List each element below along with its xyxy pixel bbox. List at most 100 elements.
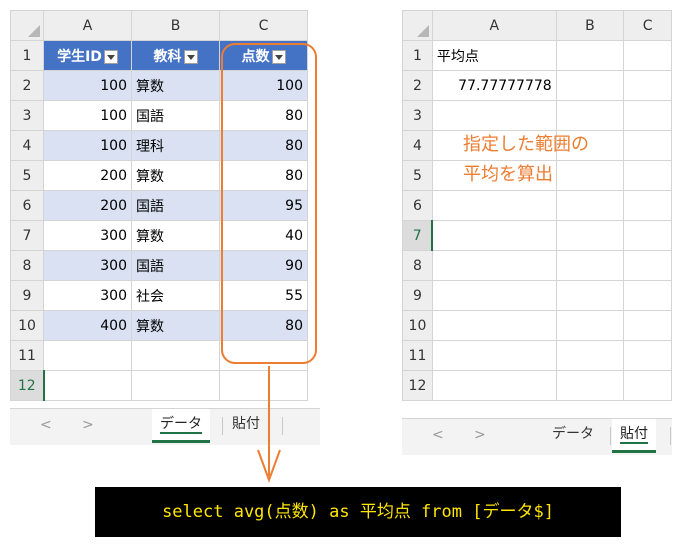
column-header-b[interactable]: B [131,10,220,41]
column-header-a[interactable]: A [431,10,557,41]
empty-cell[interactable] [431,250,557,281]
empty-cell[interactable] [555,250,625,281]
cell-subject[interactable]: 国語 [131,100,220,131]
empty-cell[interactable] [43,340,132,371]
column-header-b[interactable]: B [555,10,625,41]
row-header[interactable]: 7 [10,220,44,251]
row-header[interactable]: 11 [402,340,433,371]
row-header[interactable]: 3 [402,100,433,131]
tab-next-button[interactable]: > [82,417,94,433]
cell-a1[interactable]: 平均点 [431,40,557,71]
empty-cell[interactable] [623,370,672,401]
row-header[interactable]: 1 [402,40,433,71]
down-arrow-icon [257,366,281,483]
empty-cell[interactable] [131,340,220,371]
empty-cell[interactable] [431,310,557,341]
empty-cell[interactable] [555,190,625,221]
tab-data[interactable]: データ [544,419,602,453]
row-header[interactable]: 5 [10,160,44,191]
row-header[interactable]: 2 [10,70,44,101]
row-header[interactable]: 9 [10,280,44,311]
empty-cell[interactable] [431,370,557,401]
cell-student-id[interactable]: 200 [43,160,132,191]
tab-prev-button[interactable]: < [432,427,444,443]
empty-cell[interactable] [623,250,672,281]
empty-cell[interactable] [623,340,672,371]
row-header[interactable]: 10 [402,310,433,341]
row-header[interactable]: 8 [402,250,433,281]
header-student-id[interactable]: 学生ID [43,40,132,71]
cell-subject[interactable]: 算数 [131,310,220,341]
empty-cell[interactable] [555,280,625,311]
select-all-corner[interactable] [402,10,433,41]
row-header[interactable]: 8 [10,250,44,281]
column-header-c[interactable]: C [623,10,672,41]
cell-student-id[interactable]: 300 [43,280,132,311]
tab-next-button[interactable]: > [474,427,486,443]
empty-cell[interactable] [131,370,220,401]
row-header[interactable]: 6 [10,190,44,221]
cell-subject[interactable]: 社会 [131,280,220,311]
empty-cell[interactable] [431,100,557,131]
empty-cell[interactable] [431,280,557,311]
row-header[interactable]: 2 [402,70,433,101]
empty-cell[interactable] [623,220,672,251]
row-header[interactable]: 10 [10,310,44,341]
empty-cell[interactable] [623,160,672,191]
empty-cell[interactable] [431,190,557,221]
empty-cell[interactable] [623,70,672,101]
cell-subject[interactable]: 算数 [131,220,220,251]
empty-cell[interactable] [555,310,625,341]
cell-subject[interactable]: 国語 [131,250,220,281]
cell-student-id[interactable]: 100 [43,100,132,131]
empty-cell[interactable] [431,220,557,251]
cell-subject[interactable]: 算数 [131,160,220,191]
cell-a2-average[interactable]: 77.77777778 [431,70,557,101]
tab-data[interactable]: データ [152,409,210,443]
empty-cell[interactable] [623,130,672,161]
row-header[interactable]: 4 [10,130,44,161]
empty-cell[interactable] [555,220,625,251]
cell-subject[interactable]: 理科 [131,130,220,161]
empty-cell[interactable] [555,370,625,401]
empty-cell[interactable] [555,70,625,101]
right-spreadsheet: A B C 1 平均点 2 77.77777778 3 4 5 6 7 8 9 … [402,10,672,458]
cell-student-id[interactable]: 300 [43,220,132,251]
column-header-c[interactable]: C [219,10,308,41]
row-header[interactable]: 12 [402,370,433,401]
cell-subject[interactable]: 国語 [131,190,220,221]
cell-subject[interactable]: 算数 [131,70,220,101]
row-header[interactable]: 3 [10,100,44,131]
header-subject[interactable]: 教科 [131,40,220,71]
column-header-a[interactable]: A [43,10,132,41]
row-header[interactable]: 11 [10,340,44,371]
filter-dropdown-icon[interactable] [183,49,198,64]
row-header-selected[interactable]: 7 [402,220,434,251]
row-header[interactable]: 5 [402,160,433,191]
empty-cell[interactable] [623,100,672,131]
empty-cell[interactable] [623,310,672,341]
empty-cell[interactable] [623,190,672,221]
select-all-corner[interactable] [10,10,44,41]
row-header[interactable]: 6 [402,190,433,221]
score-range-highlight [221,43,317,364]
filter-dropdown-icon[interactable] [103,49,118,64]
tab-prev-button[interactable]: < [40,417,52,433]
empty-cell[interactable] [43,370,132,401]
empty-cell[interactable] [623,40,672,71]
row-header[interactable]: 4 [402,130,433,161]
row-header[interactable]: 9 [402,280,433,311]
empty-cell[interactable] [623,280,672,311]
row-header[interactable]: 1 [10,40,44,71]
cell-student-id[interactable]: 200 [43,190,132,221]
empty-cell[interactable] [555,340,625,371]
tab-paste[interactable]: 貼付 [612,419,656,453]
cell-student-id[interactable]: 100 [43,130,132,161]
empty-cell[interactable] [555,40,625,71]
empty-cell[interactable] [431,340,557,371]
cell-student-id[interactable]: 100 [43,70,132,101]
cell-student-id[interactable]: 400 [43,310,132,341]
row-header-selected[interactable]: 12 [10,370,45,401]
cell-student-id[interactable]: 300 [43,250,132,281]
empty-cell[interactable] [555,100,625,131]
